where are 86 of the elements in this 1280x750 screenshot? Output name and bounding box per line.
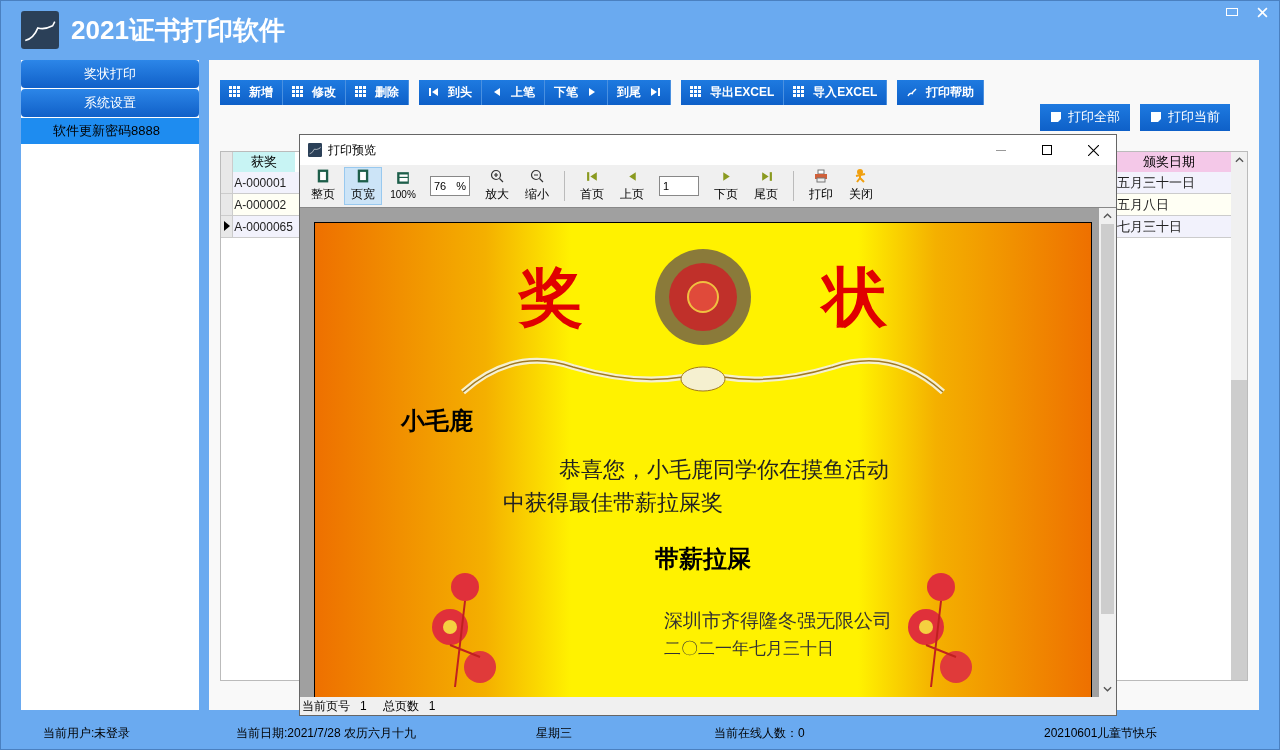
preview-tool-button[interactable]: 尾页 [747,167,785,205]
current-row-icon [223,221,230,232]
status-value: 1 [428,698,436,715]
skip-first-icon [428,86,441,99]
skip-last-icon [649,86,662,99]
table-cell-text: 七月三十日 [1116,217,1183,236]
maximize-icon [1042,145,1052,155]
preview-tool-button[interactable]: 页宽 [344,167,382,205]
status-text: 当前用户:未登录 [42,725,132,743]
app-logo-icon [308,143,322,157]
toolbar-button[interactable]: 修改 [283,79,347,105]
grid-icon [229,86,242,99]
zoom-in-icon [490,169,504,183]
preview-tool-button[interactable]: 打印 [802,167,840,205]
toolbar-button[interactable]: 导出EXCEL [681,79,785,105]
document-icon [1050,111,1062,124]
certificate-heading: 奖 [519,262,583,332]
preview-tool-button[interactable]: 整页 [304,167,342,205]
preview-tool-button[interactable]: 缩小 [518,167,556,205]
scrollbar[interactable] [1099,208,1116,697]
app-logo-icon [21,11,59,50]
table-cell-text: A-0000065 [233,218,294,236]
toolbar-button[interactable]: 下笔 [545,79,609,105]
status-text: 星期三 [536,725,573,743]
status-label: 当前页号 [302,698,350,715]
table-cell-text: 五月三十一日 [1116,173,1196,192]
table-cell-text: A-000001 [233,174,288,192]
chevron-down-icon[interactable] [1103,686,1112,692]
preview-tool-button[interactable]: 下页 [707,167,745,205]
toolbar-button[interactable]: 删除 [346,79,410,105]
page-icon [316,169,330,183]
recipient-name: 小毛鹿 [401,407,473,434]
status-value: 1 [360,698,367,715]
close-icon [1087,144,1099,156]
table-cell-text: A-000002 [233,196,288,214]
zoom-out-icon [530,169,544,183]
toolbar-button[interactable]: 新增 [220,79,284,105]
print-button[interactable]: 打印当前 [1140,103,1230,131]
row-indicator[interactable] [221,215,234,237]
zoom-input[interactable]: 76 % [430,176,470,196]
print-button[interactable]: 打印全部 [1040,103,1130,131]
grid-icon [690,86,703,99]
printer-icon [814,169,828,183]
column-header: 获奖 [233,151,296,172]
sidebar-button[interactable]: 系统设置 [21,88,200,117]
toolbar-button[interactable]: 到头 [419,79,483,105]
sidebar-button[interactable]: 奖状打印 [21,59,200,88]
preview-tool-button[interactable]: 首页 [573,167,611,205]
award-name: 带薪拉屎 [655,545,751,574]
grid-icon [292,86,305,99]
sidebar-item[interactable]: 软件更新密码8888 [21,117,200,144]
grid-icon [355,86,368,99]
scrollbar[interactable] [1231,151,1247,680]
status-text: 当前在线人数：0 [714,725,806,743]
preview-tool-button[interactable]: 关闭 [842,167,880,205]
table-icon [396,170,410,185]
status-text: 20210601儿童节快乐 [1044,725,1159,743]
toolbar-button[interactable]: 到尾 [608,79,672,105]
toolbar-button[interactable]: 导入EXCEL [784,79,888,105]
toolbar-button[interactable]: 上笔 [482,79,546,105]
skip-last-icon [759,169,773,183]
preview-tool-button[interactable]: 上页 [613,167,651,205]
table-cell-text: 五月八日 [1116,195,1170,214]
close-icon [1256,6,1268,18]
preview-tool-button[interactable]: 放大 [478,167,516,205]
status-text: 当前日期:2021/7/28 农历六月十九 [236,725,418,743]
issue-date: 二〇二一年七月三十日 [664,637,835,660]
certificate-text: 恭喜您，小毛鹿同学你在摸鱼活动中获得最佳带薪拉屎奖 [503,456,890,517]
document-icon [1150,111,1162,124]
status-label: 总页数 [382,698,419,715]
app-title: 2021证书打印软件 [71,13,285,47]
minimize-icon [996,149,1006,151]
toolbar-button[interactable]: 打印帮助 [897,79,985,105]
issuer-name: 深圳市齐得隆冬强无限公司 [664,609,892,633]
pen-icon [906,86,919,99]
dialog-title: 打印预览 [328,142,376,159]
exit-icon [854,169,868,183]
grid-icon [793,86,806,99]
preview-tool-button[interactable]: 100% [384,167,422,205]
chevron-up-icon[interactable] [1234,156,1244,163]
page-input[interactable]: 1 [659,176,699,196]
skip-first-icon [585,169,599,183]
window-restore-icon [1226,8,1238,16]
table-corner-cell [221,151,234,172]
page-icon [356,169,370,183]
chevron-up-icon[interactable] [1103,213,1112,219]
